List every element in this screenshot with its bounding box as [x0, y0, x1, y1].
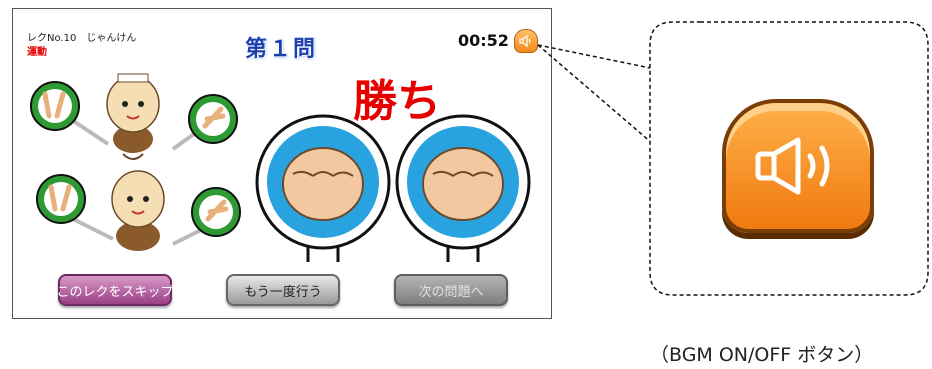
bgm-toggle-button-enlarged	[722, 99, 874, 233]
bgm-caption: （BGM ON/OFF ボタン）	[650, 344, 874, 366]
speaker-icon	[755, 137, 830, 195]
